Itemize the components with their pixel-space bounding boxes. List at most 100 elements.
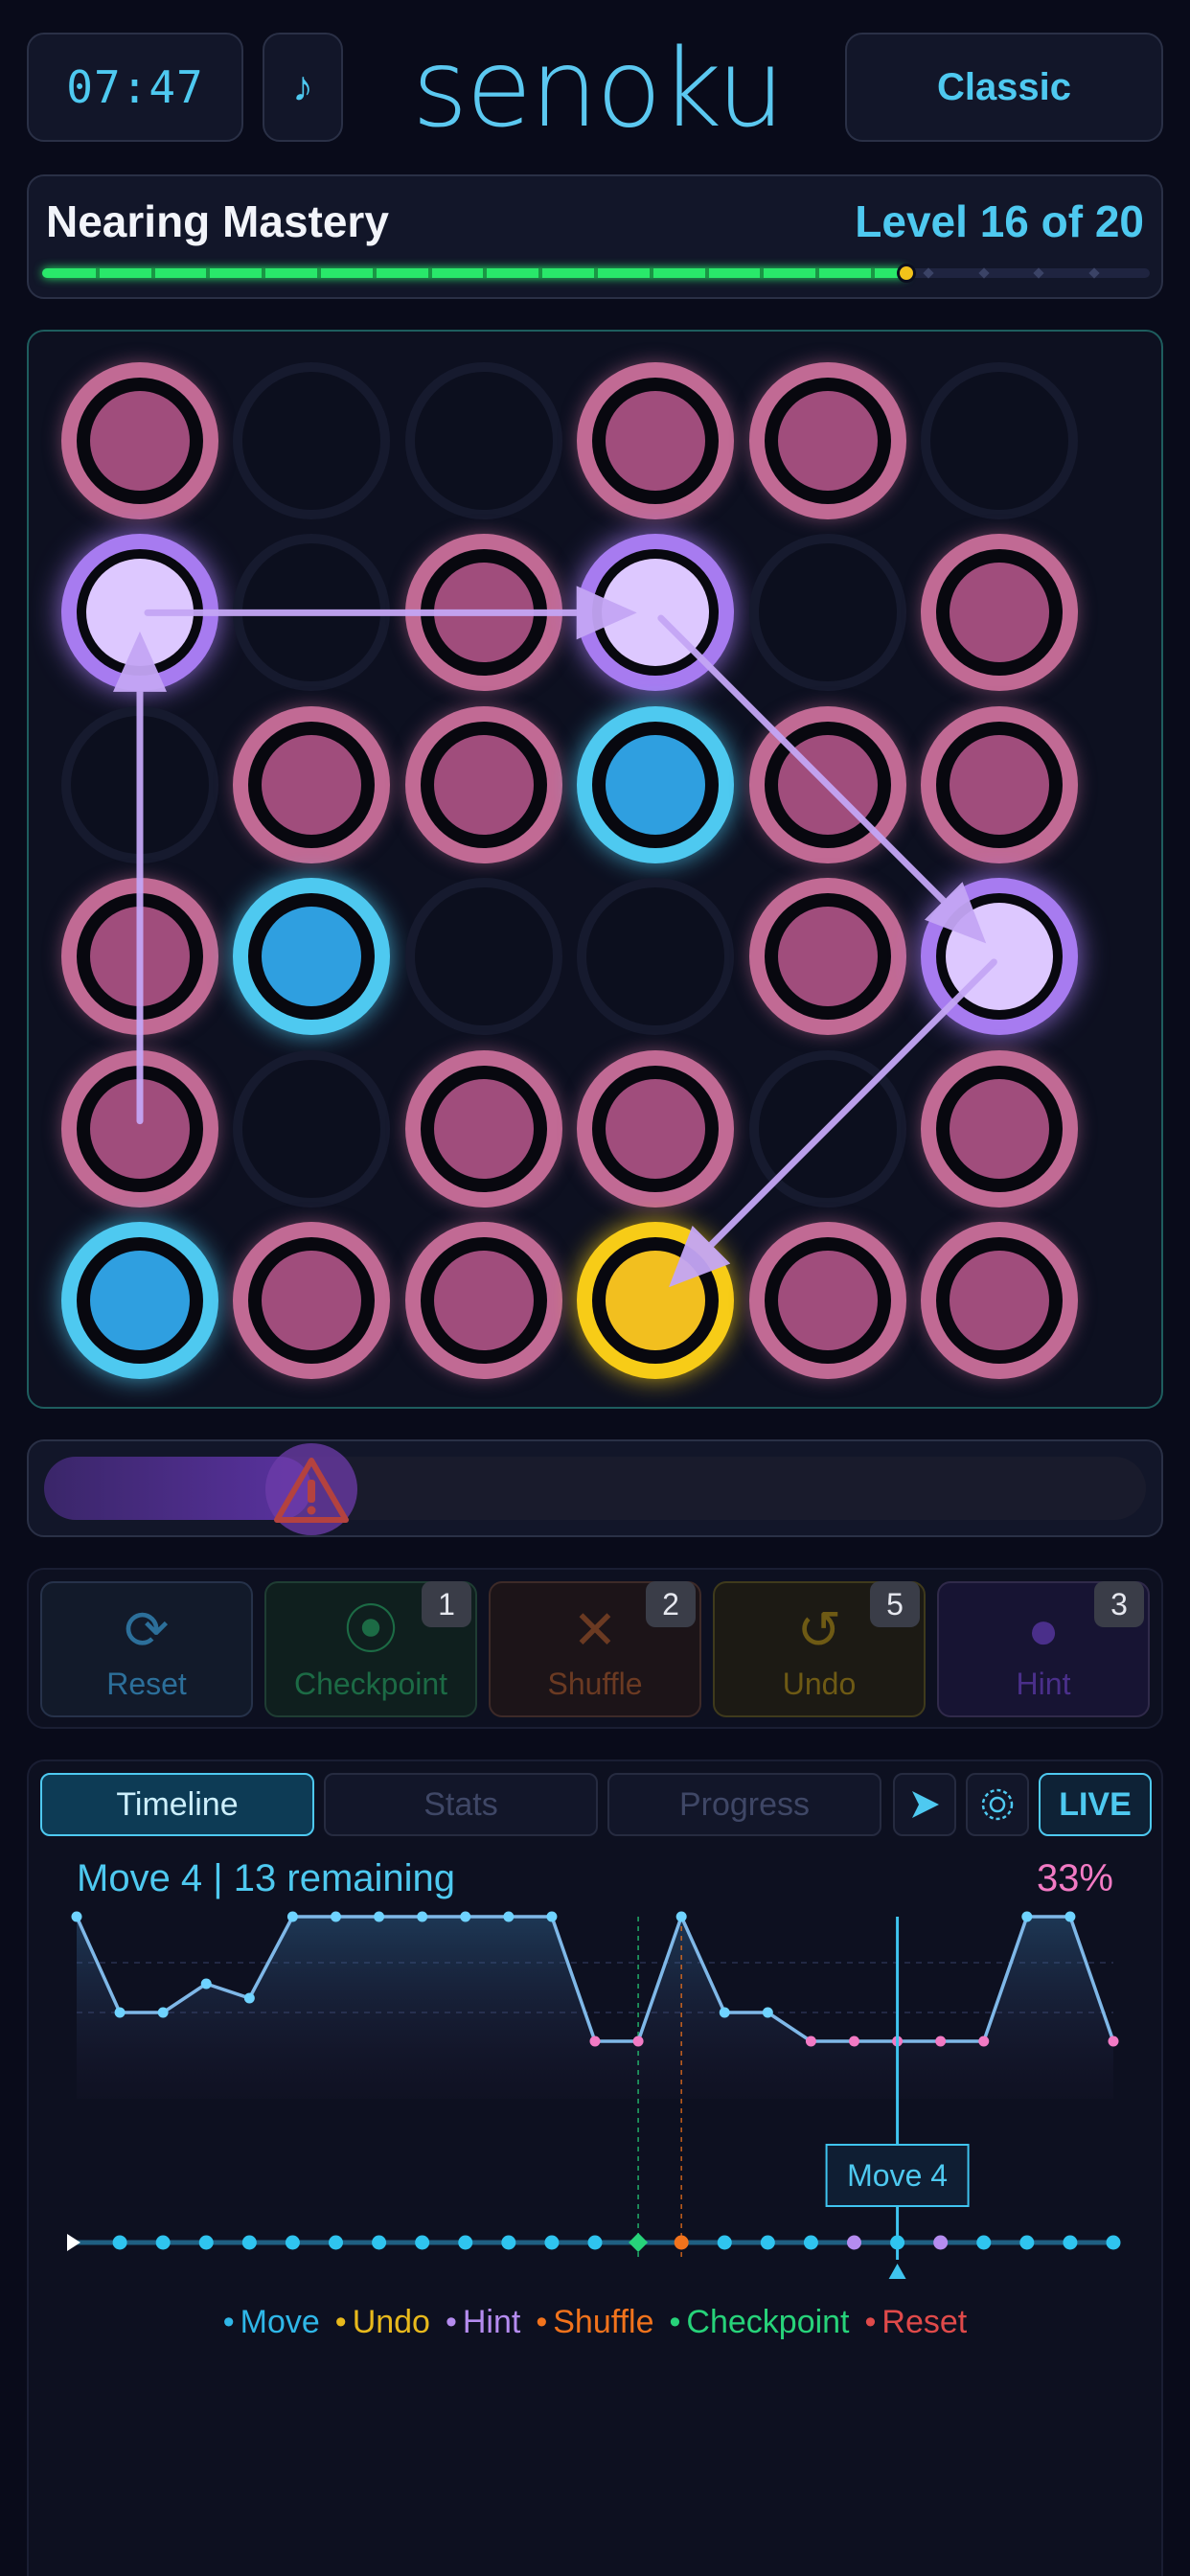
chart-point bbox=[632, 2036, 644, 2047]
level-tick bbox=[150, 268, 155, 278]
level-tick bbox=[923, 267, 934, 279]
scrubber-step[interactable] bbox=[329, 2235, 343, 2250]
timeline-chart[interactable]: Move 4 bbox=[29, 1761, 1165, 2298]
checkpoint-button[interactable]: ⦿ Checkpoint 1 bbox=[264, 1581, 477, 1717]
scrubber-step[interactable] bbox=[717, 2235, 732, 2250]
scrubber-step[interactable] bbox=[241, 2235, 257, 2250]
legend-item: • Move bbox=[219, 2304, 324, 2340]
level-tick bbox=[704, 268, 709, 278]
chart-point bbox=[503, 1911, 515, 1922]
shuffle-button[interactable]: ✕ Shuffle 2 bbox=[489, 1581, 701, 1717]
legend-label: Undo bbox=[352, 2304, 430, 2340]
level-panel: Nearing Mastery Level 16 of 20 bbox=[27, 174, 1163, 299]
legend-label: Hint bbox=[462, 2304, 521, 2340]
mode-label: Classic bbox=[936, 65, 1072, 108]
chart-point bbox=[331, 1911, 341, 1922]
scrubber-step[interactable] bbox=[976, 2235, 992, 2250]
scrubber-start-icon[interactable] bbox=[67, 2234, 80, 2251]
legend-label: Shuffle bbox=[553, 2304, 654, 2340]
legend-item: • Shuffle bbox=[532, 2304, 657, 2340]
timeline-legend: • Move • Undo • Hint • Shuffle • Checkpoint • Reset bbox=[29, 2304, 1161, 2341]
chart-point bbox=[1108, 2036, 1119, 2047]
scrubber-step[interactable] bbox=[112, 2235, 127, 2250]
scrubber-step[interactable] bbox=[587, 2235, 603, 2250]
chart-point bbox=[114, 2007, 126, 2018]
mode-button[interactable]: Classic bbox=[845, 33, 1163, 142]
scrubber-step[interactable] bbox=[1019, 2235, 1035, 2250]
hint-count-badge: 3 bbox=[1094, 1581, 1144, 1627]
chart-point bbox=[589, 2036, 601, 2047]
level-tick bbox=[977, 267, 990, 279]
danger-meter bbox=[27, 1439, 1163, 1537]
undo-label: Undo bbox=[782, 1667, 857, 1701]
music-toggle-button[interactable]: ♪ bbox=[263, 33, 343, 142]
chart-point bbox=[1064, 1911, 1076, 1922]
legend-item: • Undo bbox=[332, 2304, 434, 2340]
chart-point bbox=[675, 1911, 687, 1922]
music-note-icon: ♪ bbox=[292, 63, 313, 110]
chart-point bbox=[805, 2036, 816, 2047]
level-number: Level 16 of 20 bbox=[855, 196, 1144, 246]
scrubber-step[interactable] bbox=[1063, 2235, 1078, 2250]
level-tick bbox=[483, 268, 488, 278]
legend-item: • Reset bbox=[861, 2304, 972, 2340]
game-board[interactable] bbox=[27, 330, 1163, 1409]
scrubber-step[interactable] bbox=[1106, 2235, 1121, 2250]
hint-label: Hint bbox=[1016, 1667, 1071, 1701]
level-tick bbox=[1088, 267, 1100, 279]
legend-dot-icon: • bbox=[536, 2304, 548, 2340]
lightbulb-icon: ● bbox=[1027, 1599, 1060, 1660]
level-tick bbox=[1033, 267, 1045, 279]
level-progress-bar bbox=[42, 264, 1150, 283]
undo-button[interactable]: ↺ Undo 5 bbox=[713, 1581, 926, 1717]
scrubber-step[interactable] bbox=[933, 2235, 949, 2250]
hint-button[interactable]: ● Hint 3 bbox=[937, 1581, 1150, 1717]
chart-point bbox=[374, 1911, 385, 1922]
scrubber-step[interactable] bbox=[155, 2235, 171, 2250]
scrubber-step[interactable] bbox=[629, 2233, 649, 2252]
level-tick bbox=[815, 268, 820, 278]
level-tick bbox=[206, 268, 211, 278]
powerup-bar: ⟳ Reset ⦿ Checkpoint 1 ✕ Shuffle 2 ↺ Undo 5 ● Hint 3 bbox=[27, 1568, 1163, 1729]
level-tick bbox=[594, 268, 598, 278]
level-tick bbox=[317, 268, 321, 278]
scrubber-step[interactable] bbox=[501, 2235, 516, 2250]
undo-arrow-icon: ↺ bbox=[796, 1599, 842, 1660]
chart-point bbox=[719, 2007, 730, 2018]
scrubber-step[interactable] bbox=[890, 2235, 905, 2250]
scrubber-step[interactable] bbox=[372, 2235, 387, 2250]
chart-area bbox=[77, 1917, 1113, 2099]
app-title: senoku bbox=[412, 27, 785, 151]
chart-point bbox=[762, 2007, 773, 2018]
checkpoint-count-badge: 1 bbox=[422, 1581, 471, 1627]
scrubber-step[interactable] bbox=[803, 2235, 818, 2250]
path-arrow bbox=[657, 614, 987, 944]
scrubber-step[interactable] bbox=[458, 2235, 473, 2250]
refresh-icon: ⟳ bbox=[124, 1599, 170, 1660]
chart-point bbox=[157, 2007, 169, 2018]
level-progress-fill bbox=[42, 268, 906, 278]
scrubber-step[interactable] bbox=[847, 2235, 861, 2250]
legend-dot-icon: • bbox=[334, 2304, 347, 2340]
level-tick bbox=[649, 268, 653, 278]
reset-button[interactable]: ⟳ Reset bbox=[40, 1581, 253, 1717]
legend-dot-icon: • bbox=[445, 2304, 457, 2340]
scrubber-step[interactable] bbox=[760, 2235, 775, 2250]
level-tick bbox=[427, 268, 432, 278]
scrubber-step[interactable] bbox=[544, 2235, 560, 2250]
chart-point bbox=[243, 1992, 255, 2004]
scrubber-step[interactable] bbox=[285, 2235, 300, 2250]
scrubber-step[interactable] bbox=[415, 2235, 430, 2250]
scrubber-step[interactable] bbox=[198, 2235, 214, 2250]
scrubber-step[interactable] bbox=[674, 2235, 689, 2250]
level-tick bbox=[372, 268, 377, 278]
shuffle-label: Shuffle bbox=[547, 1667, 643, 1701]
legend-label: Checkpoint bbox=[686, 2304, 850, 2340]
scrubber-cursor-icon[interactable] bbox=[888, 2264, 906, 2279]
timer-text: 07:47 bbox=[66, 61, 204, 113]
path-arrow bbox=[668, 958, 997, 1288]
chart-point bbox=[460, 1911, 471, 1922]
legend-dot-icon: • bbox=[669, 2304, 681, 2340]
map-pin-check-icon: ⦿ bbox=[344, 1599, 398, 1660]
level-tick bbox=[538, 268, 543, 278]
